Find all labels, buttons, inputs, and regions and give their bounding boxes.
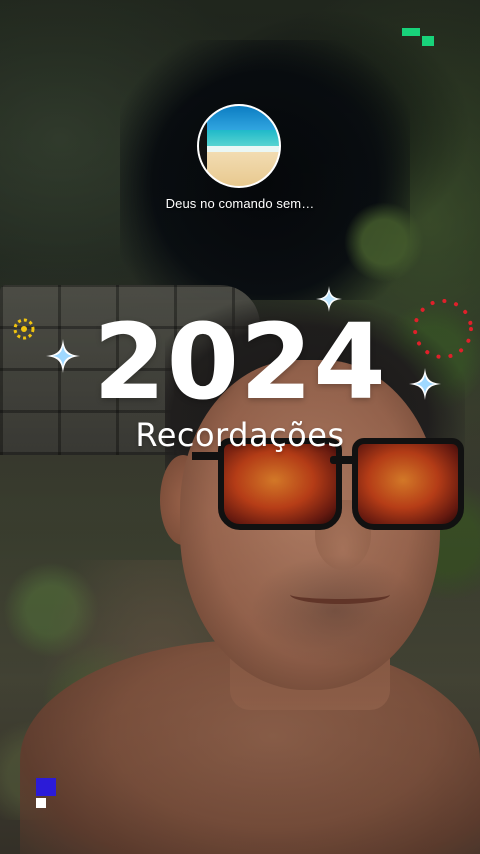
avatar-edge <box>199 106 207 186</box>
recap-subtitle: Recordações <box>135 416 345 454</box>
story-screen[interactable]: Deus no comando sem… 2024 Recordações <box>0 0 480 854</box>
sparkle-icon <box>409 368 441 400</box>
sparkle-icon <box>316 286 342 312</box>
flower-icon <box>13 318 35 340</box>
dotted-circle-icon <box>413 299 473 359</box>
sparkle-icon <box>46 339 80 373</box>
story-avatar[interactable] <box>197 104 281 188</box>
pixel-blocks-icon <box>402 28 434 46</box>
avatar-sand <box>199 152 279 186</box>
avatar-sea <box>199 130 279 148</box>
avatar-sky <box>199 106 279 130</box>
story-caption[interactable]: Deus no comando sem… <box>0 196 480 211</box>
pixel-blocks-icon <box>36 778 56 808</box>
